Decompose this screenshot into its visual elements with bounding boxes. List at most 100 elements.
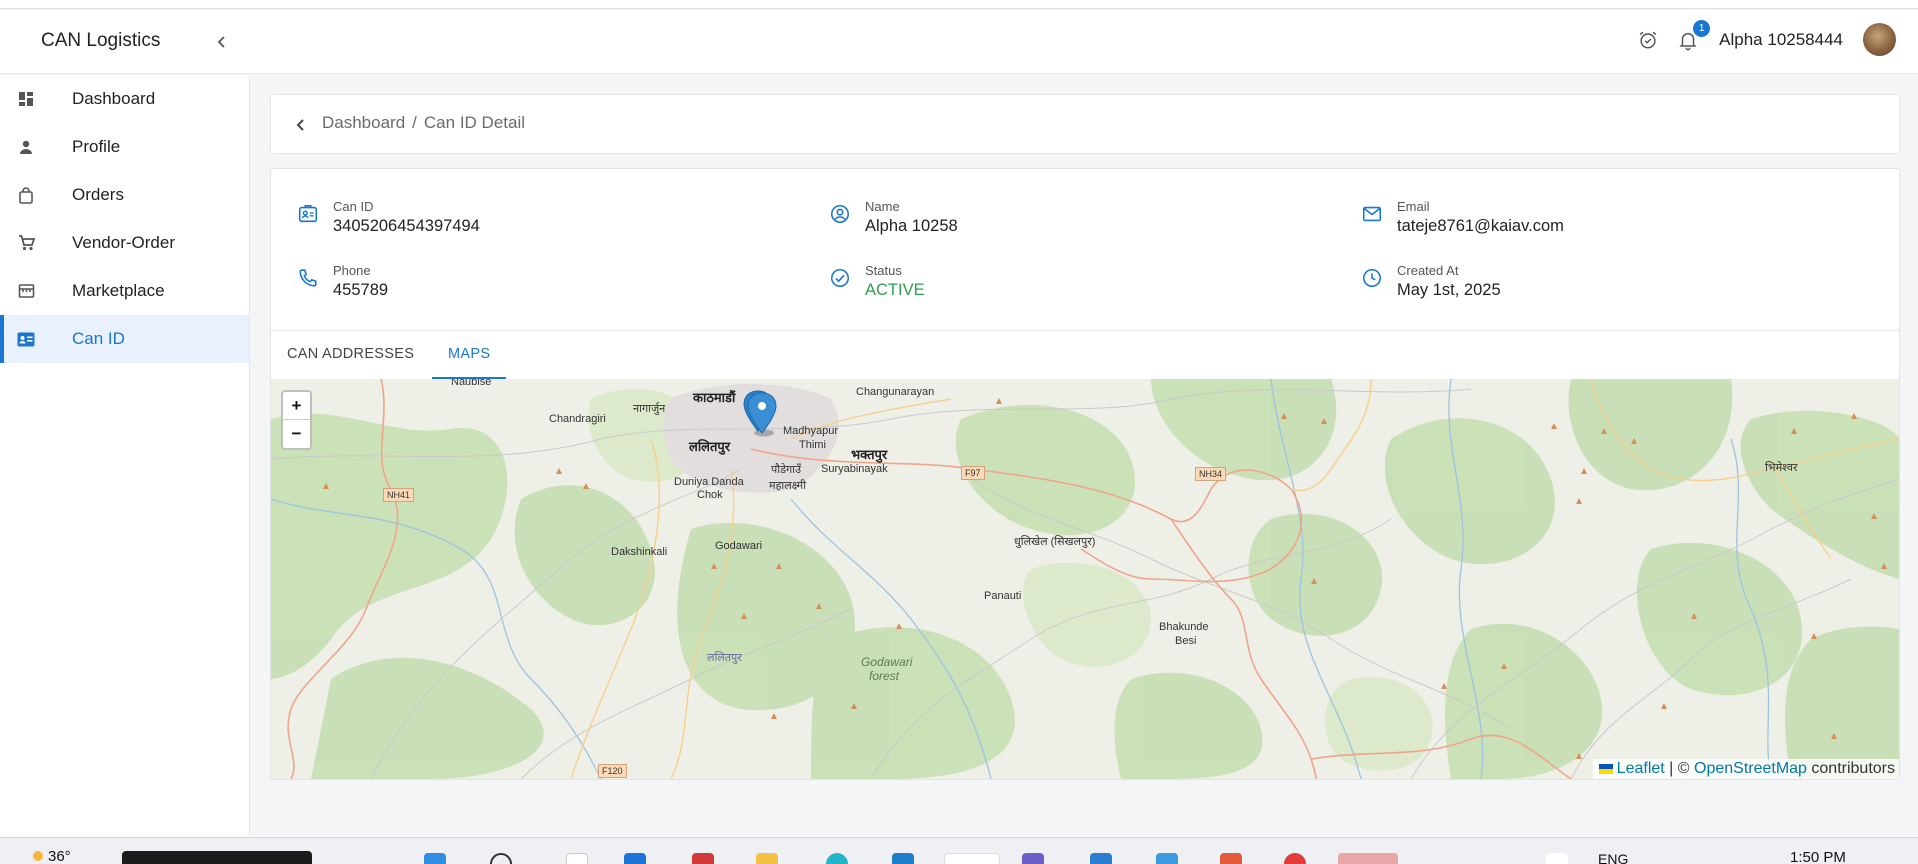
language-indicator[interactable]: ENG: [1598, 851, 1628, 864]
app-icon[interactable]: [1284, 853, 1306, 864]
road-shield: NH41: [383, 488, 415, 502]
id-card-icon: [17, 330, 35, 348]
folder-icon[interactable]: [756, 853, 778, 864]
map-label: Chandragiri: [549, 413, 606, 425]
breadcrumb-trail: Dashboard / Can ID Detail: [322, 113, 525, 133]
map-label: भक्तपुर: [851, 447, 888, 462]
active-app-icon[interactable]: [1338, 853, 1398, 864]
zoom-in-button[interactable]: +: [283, 392, 310, 420]
sidebar-item-label: Profile: [72, 137, 121, 156]
sidebar: Dashboard Profile Orders Vendor-Order Ma…: [0, 75, 250, 837]
avatar[interactable]: [1863, 23, 1896, 56]
window-top-strip: [0, 0, 1918, 9]
calendar-icon[interactable]: [1156, 853, 1178, 864]
file-icon[interactable]: [566, 853, 588, 864]
notifications-button[interactable]: 1: [1675, 19, 1711, 53]
store-icon: [17, 282, 35, 300]
back-button[interactable]: [291, 115, 311, 135]
map-label: Madhyapur: [783, 425, 839, 437]
map-attribution: Leaflet | © OpenStreetMap contributors: [1592, 759, 1899, 779]
road-shield: NH34: [1195, 467, 1227, 481]
top-app-bar: CAN Logistics 1 Alpha 10258444: [0, 10, 1918, 74]
header-actions: 1 Alpha 10258444: [1635, 19, 1896, 56]
map-label: नागार्जुन: [633, 403, 666, 415]
mail-icon: [1362, 206, 1382, 222]
field-value: 455789: [333, 281, 389, 299]
leaflet-link[interactable]: Leaflet: [1617, 760, 1665, 777]
user-name[interactable]: Alpha 10258444: [1719, 30, 1843, 50]
dashboard-icon: [17, 90, 35, 108]
chrome-icon[interactable]: [944, 853, 1000, 864]
map-label: पौडेगाउँ: [771, 464, 802, 476]
zoom-out-button[interactable]: −: [283, 420, 310, 448]
map-label: Duniya Danda: [674, 476, 744, 488]
status-badge: ACTIVE: [865, 281, 925, 299]
map-label: भिमेश्वर: [1765, 462, 1798, 474]
road-shield: F120: [598, 764, 627, 778]
can-id-detail-card: Can ID 3405206454397494 Name Alpha 10258…: [270, 168, 1900, 780]
map-view[interactable]: Naubise Chandragiri नागार्जुन काठमाडौं C…: [271, 379, 1899, 779]
notification-badge: 1: [1693, 19, 1711, 37]
clock-time[interactable]: 1:50 PM: [1790, 849, 1846, 864]
store-app-icon[interactable]: [892, 853, 914, 864]
field-label: Can ID: [333, 199, 374, 214]
alarm-clock-icon: [1639, 31, 1657, 49]
breadcrumb-link-dashboard[interactable]: Dashboard: [322, 113, 405, 132]
sidebar-item-dashboard[interactable]: Dashboard: [0, 75, 249, 123]
map-label: Godawari: [861, 655, 913, 669]
sidebar-item-label: Vendor-Order: [72, 233, 175, 252]
vscode-icon[interactable]: [1090, 853, 1112, 864]
field-value: tateje8761@kaiav.com: [1397, 217, 1564, 235]
tab-can-addresses[interactable]: CAN ADDRESSES: [271, 331, 430, 379]
ukraine-flag-icon: [1598, 763, 1613, 774]
openstreetmap-link[interactable]: OpenStreetMap: [1694, 760, 1807, 777]
tray-icon[interactable]: [1546, 853, 1568, 864]
browser-icon[interactable]: [826, 853, 848, 864]
sidebar-item-vendor-order[interactable]: Vendor-Order: [0, 219, 249, 267]
map-label: धुलिखेल (सिखलपुर): [1014, 536, 1096, 548]
sidebar-item-label: Orders: [72, 185, 124, 204]
alarm-button[interactable]: [1635, 27, 1661, 53]
sidebar-item-profile[interactable]: Profile: [0, 123, 249, 171]
map-label: Changunarayan: [856, 386, 935, 398]
edge-browser-icon[interactable]: [624, 853, 646, 864]
tab-maps[interactable]: MAPS: [432, 331, 507, 379]
weather-temperature: 36°: [48, 848, 71, 864]
map-label: काठमाडौं: [693, 390, 736, 405]
map-label: Chok: [697, 489, 723, 501]
map-label: Dakshinkali: [611, 546, 668, 558]
phone-icon: [299, 269, 317, 287]
gmail-icon[interactable]: [692, 853, 714, 864]
sidebar-item-marketplace[interactable]: Marketplace: [0, 267, 249, 315]
check-circle-icon: [830, 268, 850, 288]
location-pin-icon[interactable]: [740, 389, 780, 439]
id-badge-icon: [298, 204, 318, 223]
field-label: Email: [1397, 199, 1430, 214]
map-label: Bhakunde: [1159, 621, 1209, 633]
chevron-left-icon: [217, 36, 225, 48]
teams-icon[interactable]: [1022, 853, 1044, 864]
field-label: Name: [865, 199, 900, 214]
office-icon[interactable]: [1220, 853, 1242, 864]
road-shield: F97: [961, 466, 985, 480]
detail-tabs: CAN ADDRESSES MAPS: [271, 330, 1899, 379]
search-icon[interactable]: [490, 853, 512, 864]
windows-start-icon[interactable]: [424, 853, 446, 864]
field-label: Phone: [333, 263, 371, 278]
map-label: ललितपुर: [689, 439, 731, 454]
sidebar-item-can-id[interactable]: Can ID: [0, 315, 249, 363]
field-value: May 1st, 2025: [1397, 281, 1501, 299]
map-label: Godawari: [715, 540, 763, 552]
os-taskbar: 36° ENG 1:50 PM: [0, 837, 1918, 864]
field-value: 3405206454397494: [333, 217, 480, 235]
taskbar-app-strip[interactable]: [122, 851, 312, 864]
sidebar-item-label: Dashboard: [72, 89, 156, 108]
weather-sun-icon: [33, 851, 43, 861]
chevron-left-icon: [296, 119, 304, 131]
sidebar-item-orders[interactable]: Orders: [0, 171, 249, 219]
map-label: Besi: [1175, 635, 1197, 647]
map-label: Suryabinayak: [821, 463, 888, 475]
map-tiles: [271, 379, 1899, 779]
sidebar-item-label: Marketplace: [72, 281, 165, 300]
collapse-sidebar-button[interactable]: [212, 32, 232, 52]
